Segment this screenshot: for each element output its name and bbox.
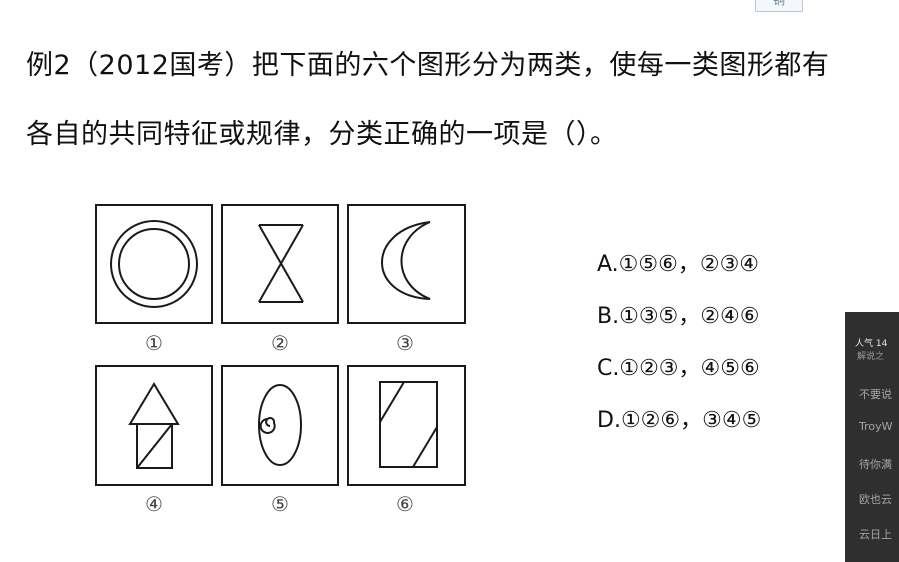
figure-4-square-diagonal [136, 423, 173, 469]
chat-message[interactable]: 欧也云 [859, 491, 892, 507]
option-group-2: ③④⑤ [702, 408, 762, 433]
figure-6-label: ⑥ [396, 492, 414, 516]
option-a[interactable]: A.①⑤⑥，②③④ [597, 252, 761, 278]
figure-1-frame [95, 204, 213, 324]
chat-message[interactable]: 云日上 [859, 526, 892, 542]
figure-5-spiral [259, 417, 276, 434]
figure-4-triangle [128, 382, 180, 425]
viewer-subtext: 解说之 [857, 352, 885, 362]
chat-message[interactable]: TroyW [859, 420, 893, 433]
figure-5-ellipse [258, 384, 302, 466]
figure-3-label: ③ [396, 331, 414, 355]
option-separator: ， [678, 304, 701, 329]
figure-4-label: ④ [145, 492, 163, 516]
option-letter: D. [597, 408, 621, 433]
figure-6-inner-rectangle [379, 381, 438, 468]
figure-2-label: ② [271, 331, 289, 355]
option-separator: ， [680, 408, 703, 433]
option-group-1: ①②③ [619, 356, 679, 381]
option-group-2: ②③④ [699, 252, 760, 277]
option-letter: A. [597, 252, 619, 277]
figure-1-label: ① [145, 331, 163, 355]
option-group-2: ②④⑥ [700, 304, 760, 329]
live-chat-panel[interactable]: 人气 14 解说之 不要说 TroyW 待你满 欧也云 云日上 [845, 312, 899, 562]
option-d[interactable]: D.①②⑥，③④⑤ [597, 408, 761, 434]
option-letter: C. [597, 356, 620, 381]
figure-5-frame [221, 365, 339, 486]
figure-1-outer-circle [110, 220, 198, 308]
option-b[interactable]: B.①③⑤，②④⑥ [597, 304, 761, 330]
option-separator: ， [677, 252, 700, 277]
answer-options: A.①⑤⑥，②③④ B.①③⑤，②④⑥ C.①②③，④⑤⑥ D.①②⑥，③④⑤ [597, 252, 761, 460]
figure-1-double-circle: ① [95, 204, 213, 355]
option-group-1: ①③⑤ [619, 304, 679, 329]
option-c[interactable]: C.①②③，④⑤⑥ [597, 356, 761, 382]
figure-5-ellipse-with-spiral: ⑤ [221, 365, 339, 516]
option-letter: B. [597, 304, 620, 329]
figure-6-rectangle-with-diagonals: ⑥ [347, 365, 466, 516]
figure-6-diagonal-bottom [412, 426, 438, 468]
option-group-1: ①⑤⑥ [618, 252, 678, 277]
figure-3-crescent: ③ [347, 204, 466, 355]
figure-5-label: ⑤ [271, 492, 289, 516]
chat-message[interactable]: 不要说 [859, 386, 892, 402]
option-separator: ， [678, 356, 701, 381]
figure-3-frame [347, 204, 466, 324]
figure-4-triangle-on-square: ④ [95, 365, 213, 516]
figure-6-diagonal-top [379, 381, 405, 423]
chat-message[interactable]: 待你满 [859, 456, 892, 472]
option-group-2: ④⑤⑥ [700, 356, 760, 381]
figure-2-hourglass: ② [221, 204, 339, 355]
figure-3-crescent-shape [381, 221, 431, 300]
figure-1-inner-circle [118, 228, 190, 300]
viewer-count: 人气 14 [855, 339, 888, 349]
option-group-1: ①②⑥ [620, 408, 681, 433]
figure-grid: ① ② ③ ④ ⑤ ⑥ [95, 204, 466, 516]
